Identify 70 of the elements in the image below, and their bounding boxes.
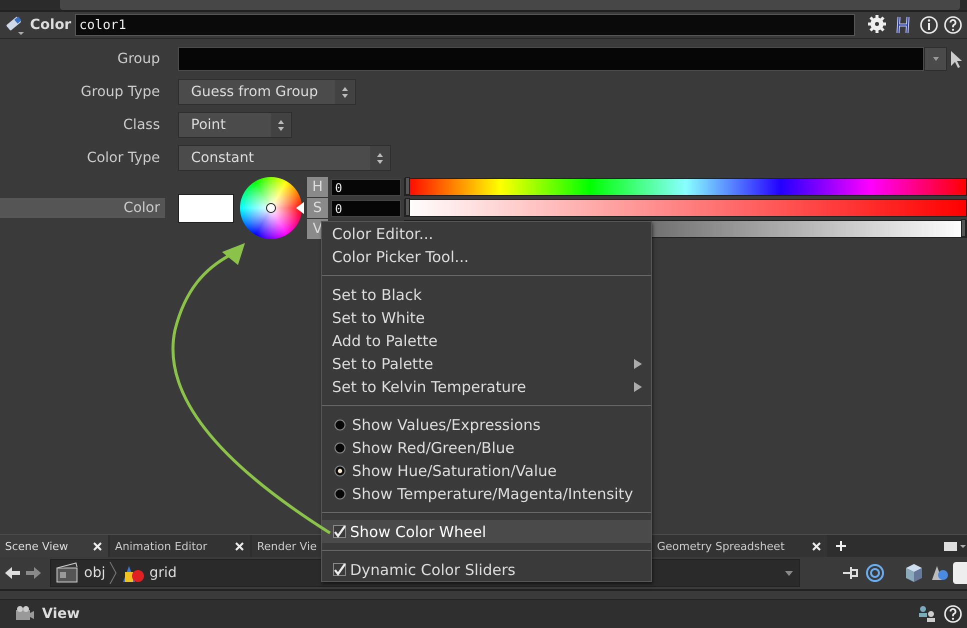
channel-slider[interactable] — [404, 199, 967, 217]
close-icon[interactable] — [92, 540, 103, 552]
node-name-field[interactable]: color1 — [75, 14, 855, 36]
channel-slider[interactable] — [404, 178, 967, 196]
menu-item[interactable]: Set to Black — [322, 283, 651, 306]
color-swatch[interactable] — [178, 194, 234, 222]
channel-field[interactable]: 0 — [331, 178, 401, 196]
pane-tab[interactable]: Scene View — [0, 535, 108, 557]
close-icon[interactable] — [811, 540, 822, 552]
radio-icon[interactable] — [334, 418, 346, 430]
people-icon[interactable] — [917, 604, 937, 624]
clapboard-icon — [56, 562, 80, 584]
radio-icon[interactable] — [334, 488, 346, 500]
help-icon[interactable] — [943, 15, 963, 35]
path-segment[interactable]: obj — [84, 565, 106, 581]
menu-item[interactable]: Show Temperature/Magenta/Intensity — [322, 482, 651, 505]
menu-item[interactable]: Set to Palette — [322, 352, 651, 375]
help-icon[interactable] — [943, 604, 963, 624]
menu-item[interactable]: Show Values/Expressions — [322, 413, 651, 436]
menu-item[interactable]: Show Red/Green/Blue — [322, 436, 651, 459]
radio-icon[interactable] — [334, 442, 346, 454]
node-type-label: Color — [30, 17, 72, 33]
breadcrumb-chevron-icon — [109, 562, 118, 584]
dropdown-button[interactable] — [924, 46, 947, 70]
submenu-arrow-icon — [634, 358, 642, 368]
pane-menu-icon[interactable] — [943, 540, 967, 552]
pointer-triangle-icon — [296, 202, 304, 214]
parameter-menu[interactable]: Guess from Group — [178, 78, 356, 104]
paint-tube-icon[interactable] — [4, 14, 26, 36]
radio-icon[interactable] — [334, 464, 346, 476]
updown-icon — [278, 118, 284, 130]
slider-thumb[interactable] — [405, 177, 410, 195]
parameter-label: Class — [122, 116, 160, 132]
cube-icon[interactable] — [903, 562, 925, 584]
updown-icon — [377, 152, 383, 164]
checkbox-icon[interactable] — [333, 563, 346, 576]
parameter-label: Color Type — [86, 150, 160, 166]
parameter-label: Group — [116, 50, 160, 66]
menu-item[interactable]: Show Color Wheel — [322, 520, 651, 543]
checkbox-icon[interactable] — [333, 525, 346, 538]
channel-label: S — [307, 198, 328, 218]
pane-tab[interactable]: Animation Editor — [110, 535, 250, 557]
parameter-menu[interactable]: Constant — [178, 144, 391, 170]
group-field[interactable] — [178, 46, 924, 70]
parameter-label: Group Type — [80, 84, 160, 100]
menu-item[interactable]: Color Picker Tool... — [322, 245, 651, 268]
caret-icon[interactable] — [785, 570, 793, 576]
parameter-menu[interactable]: Point — [178, 112, 292, 138]
slider-thumb[interactable] — [961, 219, 966, 237]
menu-item[interactable]: Set to Kelvin Temperature — [322, 375, 651, 398]
menu-item[interactable]: Show Hue/Saturation/Value — [322, 459, 651, 482]
caret-icon — [932, 56, 938, 60]
updown-icon — [342, 86, 348, 98]
menu-item[interactable]: Set to White — [322, 306, 651, 329]
channel-field[interactable]: 0 — [331, 200, 401, 216]
close-icon[interactable] — [234, 540, 245, 552]
pane-tab[interactable]: Geometry Spreadsheet — [652, 535, 827, 557]
back-arrow-icon[interactable] — [4, 565, 21, 581]
submenu-arrow-icon — [634, 382, 642, 392]
slider-thumb[interactable] — [405, 198, 410, 216]
target-icon[interactable] — [865, 563, 885, 583]
parameter-label: Color — [0, 198, 165, 218]
add-tab-icon[interactable] — [835, 540, 847, 552]
info-icon[interactable] — [919, 15, 939, 35]
settings-icon[interactable] — [867, 14, 889, 36]
menu-item[interactable]: Add to Palette — [322, 329, 651, 352]
pane-title: View — [42, 606, 80, 622]
path-segment[interactable]: grid — [149, 565, 177, 581]
channel-label: H — [307, 177, 328, 197]
menu-item[interactable]: Dynamic Color Sliders — [322, 558, 651, 581]
